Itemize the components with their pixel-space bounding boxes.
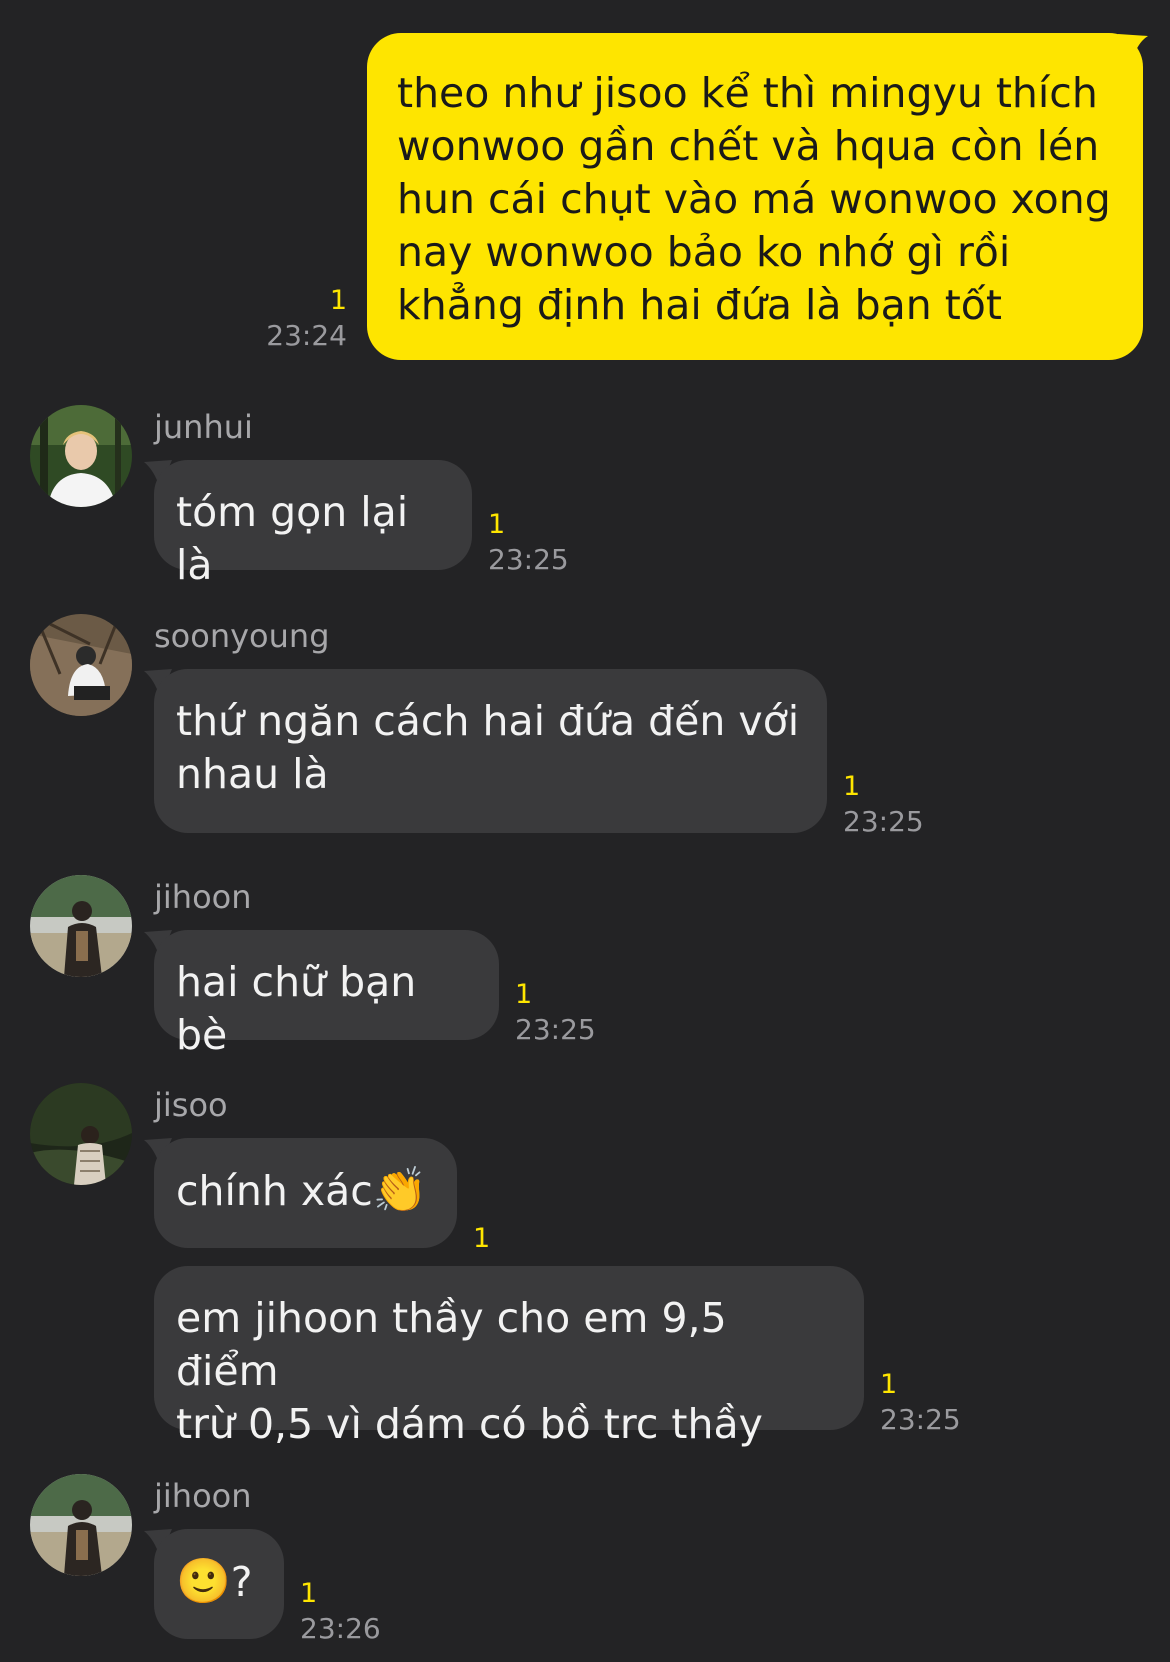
- unread-count: 1: [473, 1223, 491, 1254]
- message-text: hai chữ bạn bè: [176, 958, 417, 1059]
- unread-count: 1: [843, 771, 861, 802]
- sender-name: soonyoung: [154, 617, 330, 655]
- message-meta: 1 23:25: [880, 1368, 961, 1438]
- chat-room: theo như jisoo kể thì mingyu thích wonwo…: [0, 0, 1170, 1662]
- unread-count: 1: [488, 509, 506, 540]
- unread-count: 1: [300, 1578, 318, 1609]
- profile-photo-icon: [30, 614, 132, 716]
- avatar[interactable]: [30, 405, 132, 507]
- message-bubble[interactable]: hai chữ bạn bè: [154, 930, 499, 1059]
- message-text: 🙂?: [176, 1556, 253, 1607]
- message-meta: 1 23:25: [515, 978, 596, 1048]
- clapping-hands-emoji-icon: 👏: [372, 1165, 428, 1216]
- avatar[interactable]: [30, 1083, 132, 1185]
- message-text: tóm gọn lại là: [176, 488, 409, 589]
- message-meta: 1 23:24: [240, 284, 347, 354]
- message-bubble[interactable]: thứ ngăn cách hai đứa đến với nhau là: [154, 669, 827, 833]
- message-bubble[interactable]: tóm gọn lại là: [154, 460, 472, 589]
- message-meta: 1 23:26: [300, 1577, 381, 1647]
- message-bubble[interactable]: 🙂?: [154, 1529, 284, 1639]
- sender-name: jisoo: [154, 1086, 228, 1124]
- sender-name: jihoon: [154, 878, 252, 916]
- unread-count: 1: [329, 285, 347, 316]
- profile-photo-icon: [30, 405, 132, 507]
- profile-photo-icon: [30, 1083, 132, 1185]
- profile-photo-icon: [30, 1474, 132, 1576]
- unread-count: 1: [880, 1369, 898, 1400]
- timestamp: 23:25: [488, 543, 569, 576]
- message-text: em jihoon thầy cho em 9,5 điểm trừ 0,5 v…: [176, 1294, 763, 1448]
- message-bubble[interactable]: theo như jisoo kể thì mingyu thích wonwo…: [367, 33, 1143, 360]
- profile-photo-icon: [30, 875, 132, 977]
- message-text: chính xác👏: [176, 1165, 428, 1216]
- avatar[interactable]: [30, 1474, 132, 1576]
- sender-name: junhui: [154, 408, 253, 446]
- timestamp: 23:24: [266, 319, 347, 352]
- message-bubble[interactable]: em jihoon thầy cho em 9,5 điểm trừ 0,5 v…: [154, 1266, 864, 1448]
- timestamp: 23:25: [515, 1013, 596, 1046]
- message-bubble[interactable]: chính xác👏: [154, 1138, 457, 1248]
- timestamp: 23:25: [880, 1403, 961, 1436]
- message-meta: 1 23:25: [843, 770, 924, 840]
- message-text: thứ ngăn cách hai đứa đến với nhau là: [176, 697, 800, 798]
- slightly-smiling-face-emoji-icon: 🙂: [176, 1556, 231, 1607]
- avatar[interactable]: [30, 875, 132, 977]
- sender-name: jihoon: [154, 1477, 252, 1515]
- message-meta: 1: [473, 1222, 490, 1256]
- message-meta: 1 23:25: [488, 508, 569, 578]
- message-text: theo như jisoo kể thì mingyu thích wonwo…: [397, 69, 1111, 329]
- unread-count: 1: [515, 979, 533, 1010]
- timestamp: 23:25: [843, 805, 924, 838]
- timestamp: 23:26: [300, 1612, 381, 1645]
- avatar[interactable]: [30, 614, 132, 716]
